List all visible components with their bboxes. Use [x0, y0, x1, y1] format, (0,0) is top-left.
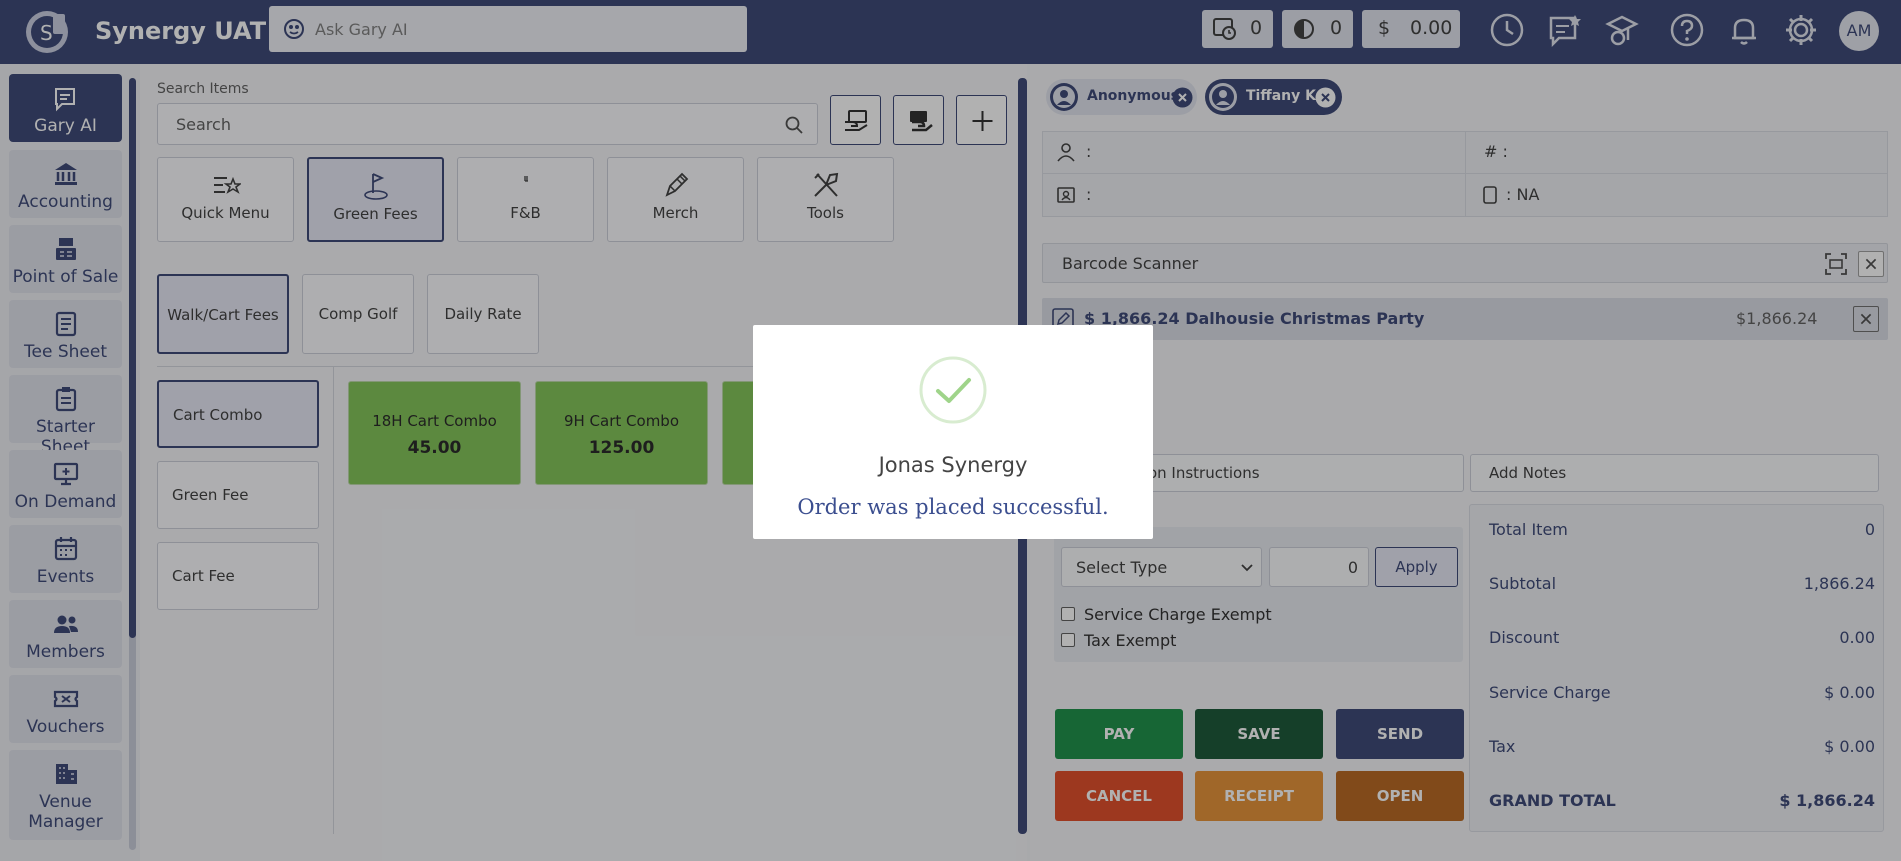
dialog-title: Jonas Synergy — [878, 453, 1028, 477]
dialog-message: Order was placed successful. — [797, 495, 1109, 519]
success-dialog: Jonas Synergy Order was placed successfu… — [753, 325, 1153, 539]
success-check-icon — [919, 356, 987, 424]
